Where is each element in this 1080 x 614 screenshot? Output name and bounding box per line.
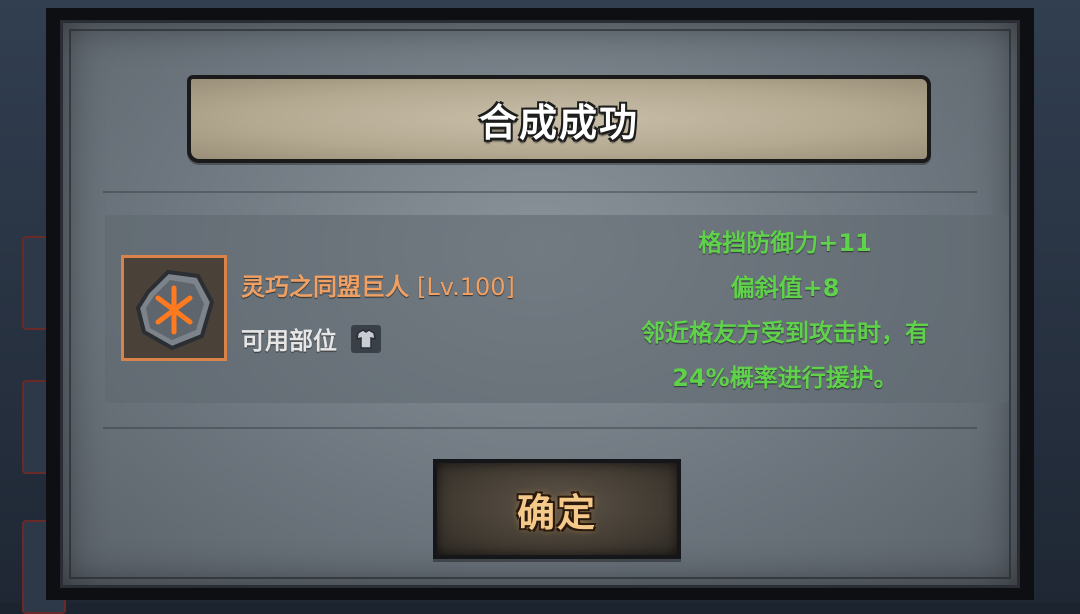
item-name-row: 灵巧之同盟巨人 [Lv.100] — [241, 267, 515, 302]
armor-icon[interactable] — [351, 324, 381, 353]
item-name: 灵巧之同盟巨人 — [241, 273, 409, 301]
title-banner: 合成成功 — [187, 75, 931, 163]
item-icon-frame[interactable] — [121, 255, 227, 361]
synthesis-result-dialog: 合成成功 灵巧之同盟巨人 [Lv.100] 可用部位 格挡防御力+11 偏斜值+… — [46, 8, 1034, 600]
stat-list: 格挡防御力+11 偏斜值+8 邻近格友方受到攻击时，有 24%概率进行援护。 — [585, 221, 985, 401]
stat-line: 邻近格友方受到攻击时，有 — [641, 319, 929, 347]
slot-label: 可用部位 — [241, 327, 337, 355]
stat-line: 格挡防御力+11 — [698, 229, 872, 257]
dialog-title: 合成成功 — [478, 100, 639, 145]
rune-stone-icon — [135, 269, 215, 351]
stat-line: 24%概率进行援护。 — [672, 364, 898, 392]
divider — [103, 191, 977, 193]
item-info-panel: 灵巧之同盟巨人 [Lv.100] 可用部位 格挡防御力+11 偏斜值+8 邻近格友… — [105, 215, 1009, 403]
confirm-label: 确定 — [516, 490, 597, 535]
item-level: [Lv.100] — [417, 273, 515, 301]
dialog-body: 合成成功 灵巧之同盟巨人 [Lv.100] 可用部位 格挡防御力+11 偏斜值+… — [60, 20, 1020, 588]
slot-row: 可用部位 — [241, 321, 381, 356]
confirm-button[interactable]: 确定 — [433, 459, 681, 559]
divider — [103, 427, 977, 429]
stat-line: 偏斜值+8 — [730, 274, 840, 302]
